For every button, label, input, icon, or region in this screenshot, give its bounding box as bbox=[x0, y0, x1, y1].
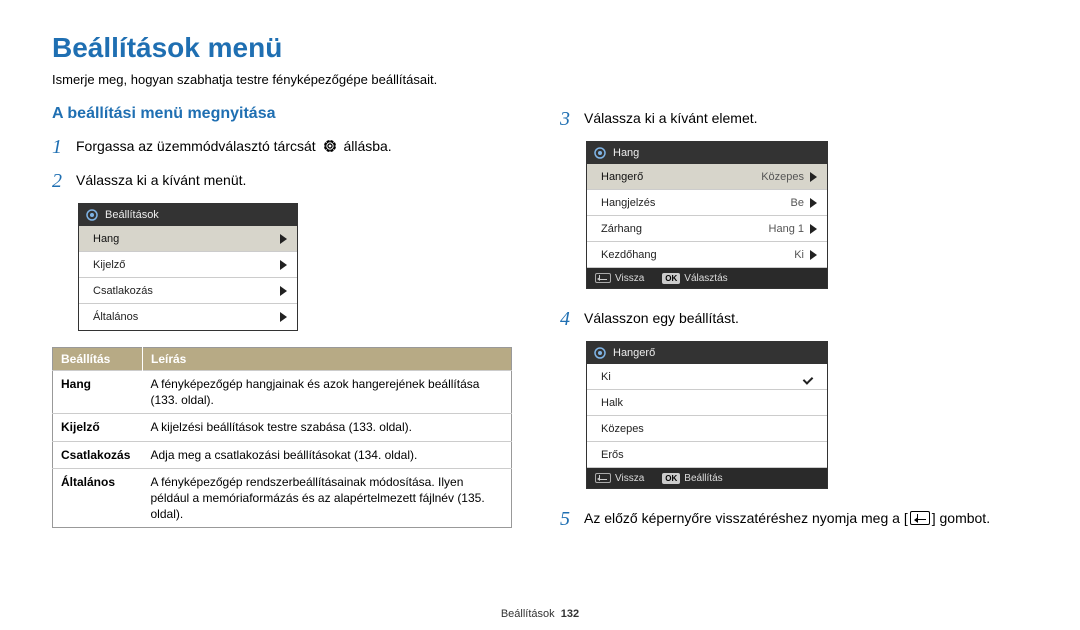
ok-badge: OK bbox=[662, 473, 680, 484]
table-row: Általános A fényképezőgép rendszerbeállí… bbox=[53, 468, 512, 528]
gear-icon bbox=[85, 208, 99, 222]
step-1: 1 Forgassa az üzemmódválasztó tárcsát ál… bbox=[52, 133, 520, 161]
table-header-description: Leírás bbox=[143, 348, 512, 371]
check-icon bbox=[805, 372, 817, 381]
submenu-item-kezdohang[interactable]: Kezdőhang Ki bbox=[587, 242, 827, 268]
camera-menu-header: Hangerő bbox=[587, 342, 827, 364]
table-row: Kijelző A kijelzési beállítások testre s… bbox=[53, 414, 512, 441]
menu-item-altalanos[interactable]: Általános bbox=[79, 304, 297, 330]
step-text: ] gombot. bbox=[932, 510, 990, 526]
step-number: 4 bbox=[560, 305, 576, 333]
gear-icon bbox=[593, 146, 607, 160]
chevron-right-icon bbox=[810, 172, 817, 182]
chevron-right-icon bbox=[280, 234, 287, 244]
camera-menu-title: Hang bbox=[613, 147, 639, 159]
camera-menu-header: Hang bbox=[587, 142, 827, 164]
option-eros[interactable]: Erős bbox=[587, 442, 827, 468]
chevron-right-icon bbox=[810, 224, 817, 234]
camera-menu-footer: Vissza OKVálasztás bbox=[587, 268, 827, 288]
settings-description-table: Beállítás Leírás Hang A fényképezőgép ha… bbox=[52, 347, 512, 528]
menu-item-hang[interactable]: Hang bbox=[79, 226, 297, 252]
step-text: Válassza ki a kívánt elemet. bbox=[584, 105, 758, 129]
left-column: A beállítási menü megnyitása 1 Forgassa … bbox=[52, 105, 520, 539]
chevron-right-icon bbox=[280, 286, 287, 296]
step-number: 1 bbox=[52, 133, 68, 161]
camera-hang-submenu: Hang Hangerő Közepes Hangjelzés Be Zárha… bbox=[586, 141, 828, 289]
step-text: Forgassa az üzemmódválasztó tárcsát bbox=[76, 138, 320, 154]
camera-settings-menu: Beállítások Hang Kijelző Csatlakozás Ált… bbox=[78, 203, 298, 331]
right-column: 3 Válassza ki a kívánt elemet. Hang Hang… bbox=[560, 105, 1028, 539]
step-5: 5 Az előző képernyőre visszatéréshez nyo… bbox=[560, 505, 1028, 533]
section-title: A beállítási menü megnyitása bbox=[52, 105, 520, 123]
camera-menu-footer: Vissza OKBeállítás bbox=[587, 468, 827, 488]
step-text: állásba. bbox=[343, 138, 391, 154]
submenu-item-hangjelzes[interactable]: Hangjelzés Be bbox=[587, 190, 827, 216]
mode-dial-icon bbox=[322, 138, 338, 154]
menu-item-kijelzo[interactable]: Kijelző bbox=[79, 252, 297, 278]
step-text: Válassza ki a kívánt menüt. bbox=[76, 167, 246, 191]
camera-menu-title: Hangerő bbox=[613, 347, 655, 359]
chevron-right-icon bbox=[810, 198, 817, 208]
page-title: Beállítások menü bbox=[52, 32, 1028, 64]
page-subtitle: Ismerje meg, hogyan szabhatja testre fén… bbox=[52, 72, 1028, 87]
table-row: Hang A fényképezőgép hangjainak és azok … bbox=[53, 371, 512, 414]
step-text: Az előző képernyőre visszatéréshez nyomj… bbox=[584, 510, 908, 526]
camera-menu-header: Beállítások bbox=[79, 204, 297, 226]
step-number: 3 bbox=[560, 105, 576, 133]
step-number: 2 bbox=[52, 167, 68, 195]
submenu-item-hangero[interactable]: Hangerő Közepes bbox=[587, 164, 827, 190]
step-number: 5 bbox=[560, 505, 576, 533]
back-icon bbox=[595, 273, 611, 283]
table-row: Csatlakozás Adja meg a csatlakozási beál… bbox=[53, 441, 512, 468]
step-4: 4 Válasszon egy beállítást. bbox=[560, 305, 1028, 333]
ok-badge: OK bbox=[662, 273, 680, 284]
gear-icon bbox=[593, 346, 607, 360]
chevron-right-icon bbox=[280, 312, 287, 322]
chevron-right-icon bbox=[280, 260, 287, 270]
chevron-right-icon bbox=[810, 250, 817, 260]
menu-item-csatlakozas[interactable]: Csatlakozás bbox=[79, 278, 297, 304]
step-2: 2 Válassza ki a kívánt menüt. bbox=[52, 167, 520, 195]
camera-hangero-options: Hangerő Ki Halk Közepes Erős Vissza OKBe… bbox=[586, 341, 828, 489]
submenu-item-zarhang[interactable]: Zárhang Hang 1 bbox=[587, 216, 827, 242]
option-halk[interactable]: Halk bbox=[587, 390, 827, 416]
option-kozepes[interactable]: Közepes bbox=[587, 416, 827, 442]
step-text: Válasszon egy beállítást. bbox=[584, 305, 739, 329]
step-3: 3 Válassza ki a kívánt elemet. bbox=[560, 105, 1028, 133]
camera-menu-title: Beállítások bbox=[105, 209, 159, 221]
option-ki[interactable]: Ki bbox=[587, 364, 827, 390]
page-footer: Beállítások 132 bbox=[0, 608, 1080, 620]
back-icon bbox=[595, 473, 611, 483]
return-button-icon bbox=[910, 511, 930, 525]
table-header-setting: Beállítás bbox=[53, 348, 143, 371]
